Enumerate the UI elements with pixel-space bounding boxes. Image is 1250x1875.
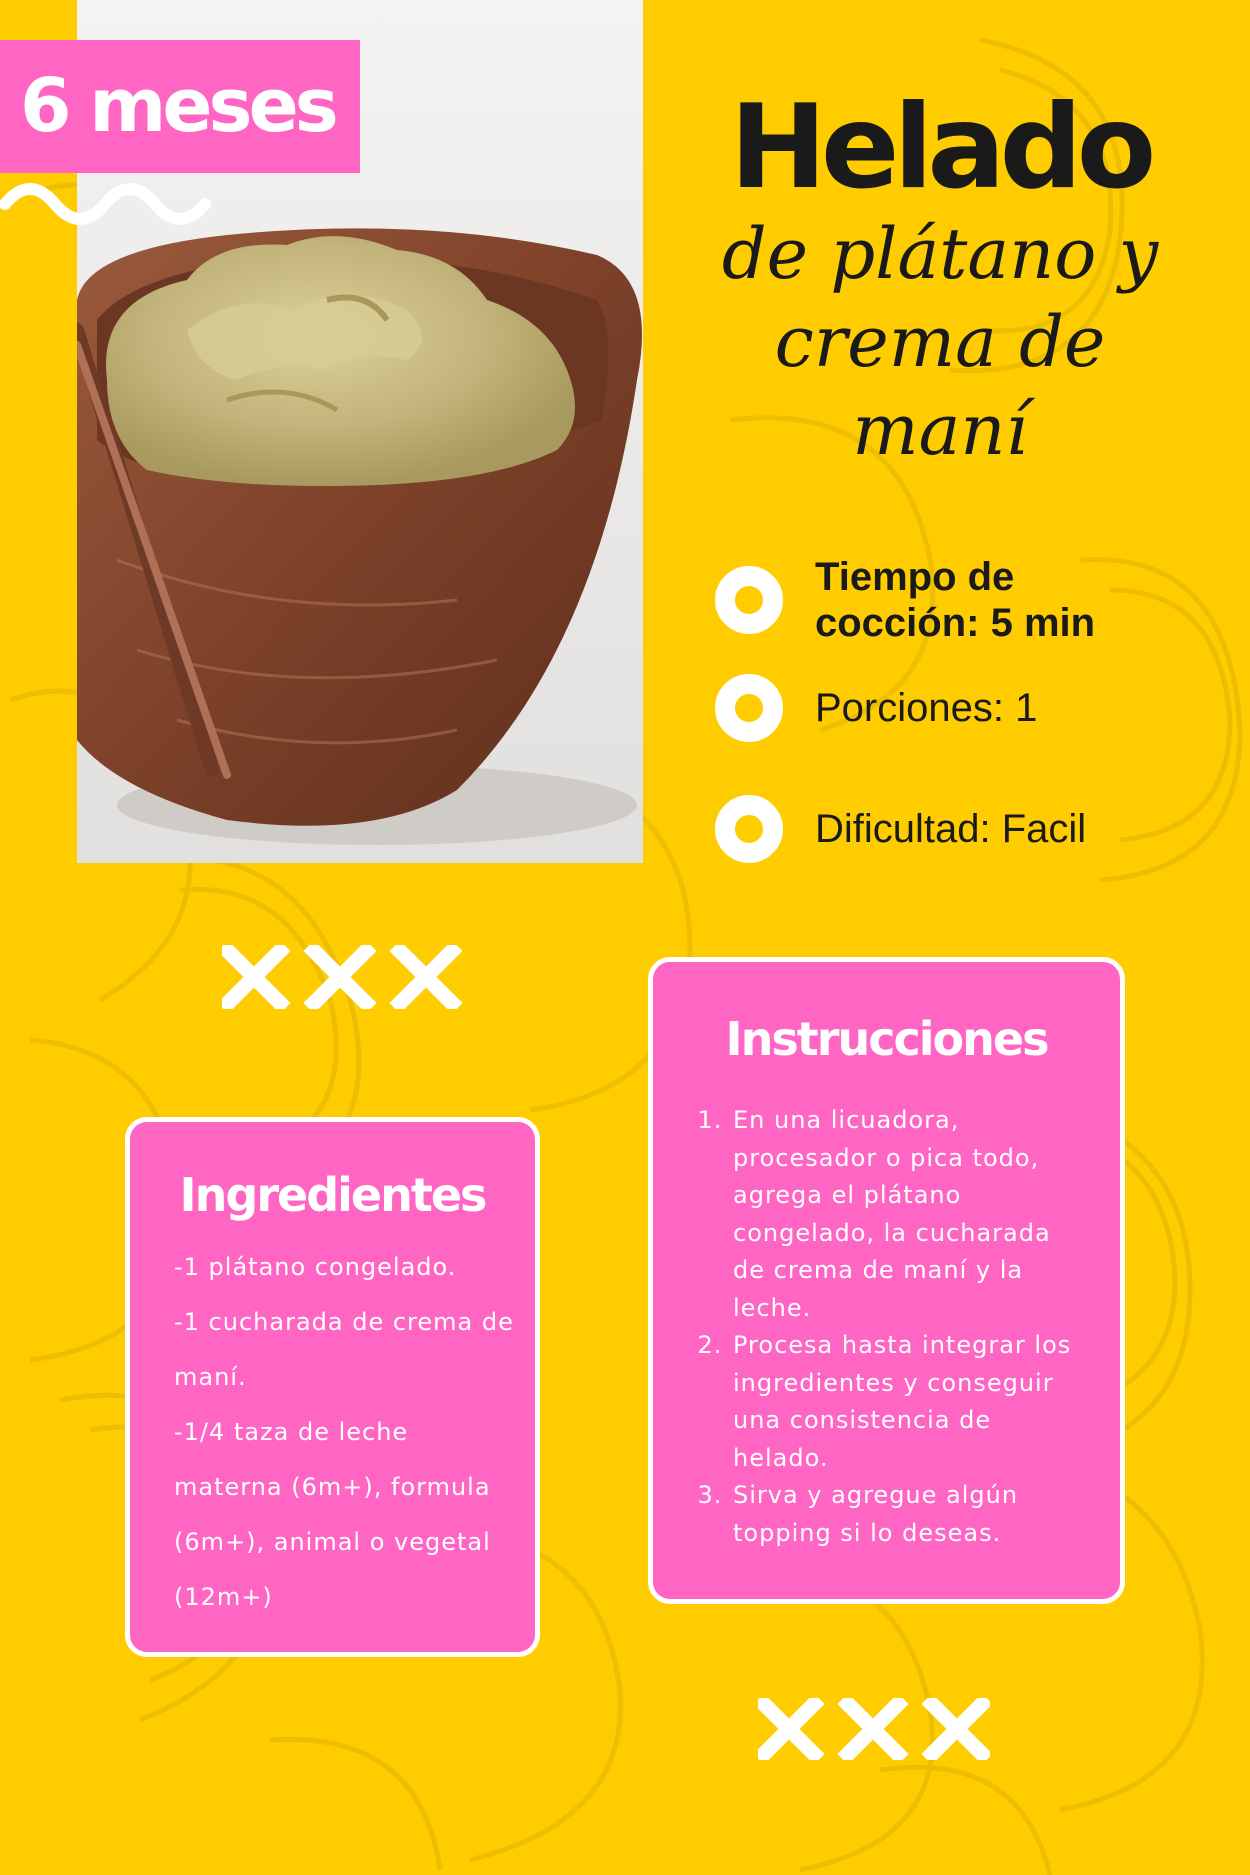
ingredients-list: -1 plátano congelado. -1 cucharada de cr…: [174, 1240, 514, 1625]
info-cooking-time-text: Tiempo de cocción: 5 min: [815, 555, 1096, 645]
info-cooking-time: Tiempo de cocción: 5 min: [715, 554, 1115, 646]
instruction-step: Sirva y agregue algún topping si lo dese…: [731, 1477, 1090, 1552]
wave-decoration: [0, 183, 211, 225]
ring-bullet-icon: [715, 795, 783, 863]
ingredients-card: Ingredientes -1 plátano congelado. -1 cu…: [125, 1117, 540, 1657]
x-marks-decoration: [758, 1698, 990, 1760]
instructions-card: Instrucciones En una licuadora, procesad…: [648, 957, 1125, 1604]
info-difficulty-text: Dificultad: Facil: [815, 807, 1087, 851]
recipe-title: Helado: [729, 80, 1157, 215]
ingredient-item: -1/4 taza de leche materna (6m+), formul…: [174, 1418, 491, 1611]
instruction-step: En una licuadora, procesador o pica todo…: [731, 1102, 1090, 1327]
info-portions-text: Porciones: 1: [815, 686, 1038, 730]
info-difficulty: Dificultad: Facil: [715, 795, 1086, 863]
instructions-title: Instrucciones: [725, 1012, 1050, 1066]
instructions-list: En una licuadora, procesador o pica todo…: [653, 1102, 1120, 1552]
x-marks-decoration: [222, 945, 462, 1009]
age-badge: 6 meses: [0, 40, 360, 173]
ingredient-item: -1 cucharada de crema de maní.: [174, 1308, 514, 1391]
ingredients-title: Ingredientes: [179, 1168, 488, 1222]
instruction-step: Procesa hasta integrar los ingredientes …: [731, 1327, 1090, 1477]
ring-bullet-icon: [715, 674, 783, 742]
recipe-subtitle: de plátano y crema de maní: [721, 213, 1159, 471]
ingredient-item: -1 plátano congelado.: [174, 1253, 457, 1281]
info-portions: Porciones: 1: [715, 674, 1037, 742]
ring-bullet-icon: [715, 566, 783, 634]
